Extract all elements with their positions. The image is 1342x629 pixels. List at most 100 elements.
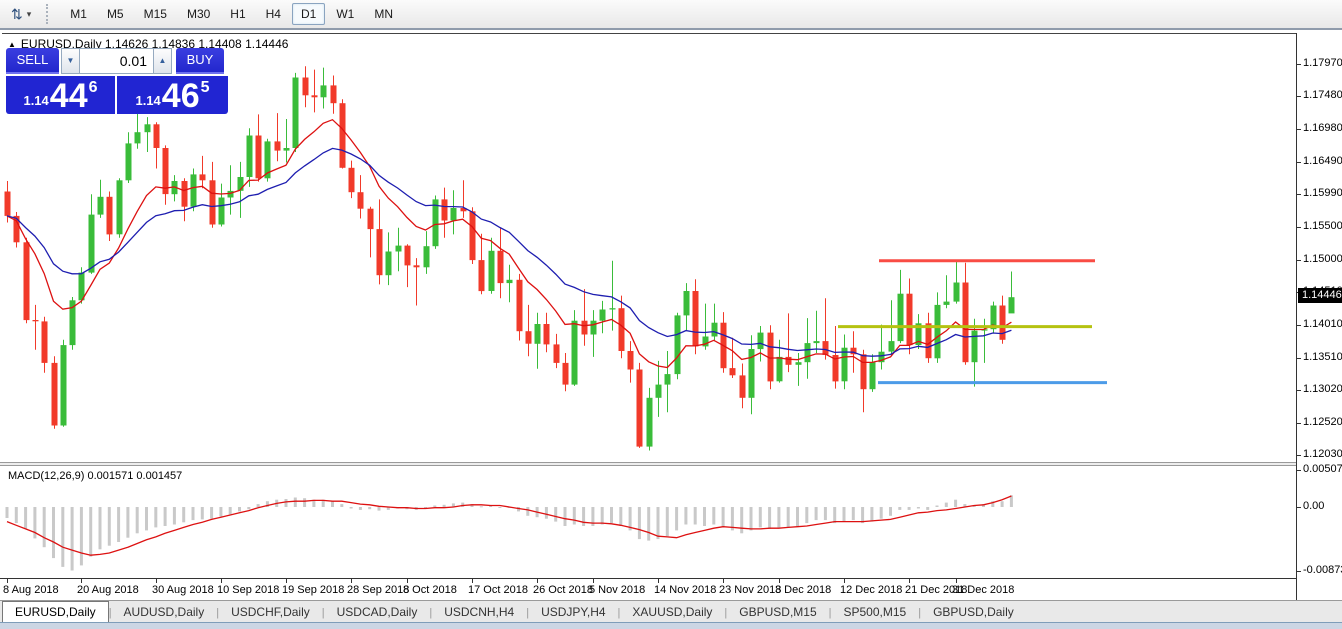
macd-indicator-label: MACD(12,26,9) 0.001571 0.001457 [8, 470, 182, 482]
buy-button[interactable]: BUY [176, 48, 224, 74]
tab-audusd-daily[interactable]: AUDUSD,Daily [112, 602, 217, 622]
time-axis-label: 5 Nov 2018 [589, 584, 645, 596]
price-axis-tick [1297, 194, 1301, 195]
timeframe-button-mn[interactable]: MN [365, 3, 402, 25]
time-axis-label: 28 Sep 2018 [347, 584, 409, 596]
time-axis-label: 19 Sep 2018 [282, 584, 344, 596]
tab-usdcnh-h4[interactable]: USDCNH,H4 [432, 602, 526, 622]
toolbar-grip[interactable] [46, 4, 52, 24]
macd-axis-label: 0.005074 [1303, 463, 1342, 475]
timeframe-button-m30[interactable]: M30 [178, 3, 219, 25]
time-axis-tick [7, 579, 8, 583]
price-axis-label: 1.15500 [1303, 220, 1342, 232]
price-axis-tick [1297, 162, 1301, 163]
price-axis-label: 1.16490 [1303, 155, 1342, 167]
symbols-arrows-icon: ⇅ [11, 7, 23, 21]
price-axis-label: 1.17480 [1303, 89, 1342, 101]
price-axis-label: 1.12030 [1303, 448, 1342, 460]
tab-usdjpy-h4[interactable]: USDJPY,H4 [529, 602, 617, 622]
macd-axis-tick [1297, 470, 1301, 471]
tab-usdcad-daily[interactable]: USDCAD,Daily [325, 602, 430, 622]
price-axis-tick [1297, 129, 1301, 130]
chevron-down-icon: ▾ [27, 9, 32, 20]
sell-price-prefix: 1.14 [23, 93, 48, 108]
timeframe-button-h4[interactable]: H4 [257, 3, 290, 25]
timeframe-button-m1[interactable]: M1 [61, 3, 96, 25]
right-axis-column[interactable]: 1.17970 1.17480 1.16980 1.16490 1.15990 1.155… [1296, 33, 1342, 600]
price-axis-label: 1.13510 [1303, 351, 1342, 363]
time-axis-label: 17 Oct 2018 [468, 584, 528, 596]
time-axis-tick [723, 579, 724, 583]
sell-button[interactable]: SELL [6, 48, 59, 74]
time-axis-tick [779, 579, 780, 583]
sell-price-display[interactable]: 1.14446 [6, 76, 115, 114]
timeframe-button-w1[interactable]: W1 [327, 3, 363, 25]
timeframe-button-h1[interactable]: H1 [221, 3, 254, 25]
price-axis-label: 1.12520 [1303, 416, 1342, 428]
price-axis-tick [1297, 390, 1301, 391]
timeframe-button-m5[interactable]: M5 [98, 3, 133, 25]
macd-axis-tick [1297, 571, 1301, 572]
tab-sp500-m15[interactable]: SP500,M15 [832, 602, 919, 622]
tab-usdchf-daily[interactable]: USDCHF,Daily [219, 602, 322, 622]
price-axis-tick [1297, 358, 1301, 359]
tab-xauusd-daily[interactable]: XAUUSD,Daily [620, 602, 724, 622]
chart-window[interactable]: ▲ EURUSD,Daily 1.14626 1.14836 1.14408 1… [0, 30, 1342, 600]
macd-axis[interactable]: 0.0050740.00-0.00873 [1297, 466, 1342, 578]
volume-input[interactable]: 0.01 [80, 48, 153, 74]
tab-eurusd-daily[interactable]: EURUSD,Daily [2, 601, 109, 622]
timeframe-button-d1[interactable]: D1 [292, 3, 325, 25]
time-axis-tick [156, 579, 157, 583]
volume-decrease-button[interactable]: ▼ [61, 48, 80, 74]
timeframe-toolbar: ⇅ ▾ M1M5M15M30H1H4D1W1MN [0, 0, 1342, 30]
tab-gbpusd-daily[interactable]: GBPUSD,Daily [921, 602, 1026, 622]
tab-gbpusd-m15[interactable]: GBPUSD,M15 [727, 602, 828, 622]
time-axis-label: 3 Dec 2018 [775, 584, 831, 596]
price-axis-tick [1297, 227, 1301, 228]
sell-price-pip: 6 [89, 79, 98, 97]
time-axis-tick [844, 579, 845, 583]
time-axis-label: 31 Dec 2018 [952, 584, 1014, 596]
time-axis-tick [593, 579, 594, 583]
time-axis-tick [956, 579, 957, 583]
time-axis-tick [351, 579, 352, 583]
price-axis-tick [1297, 423, 1301, 424]
time-axis-label: 30 Aug 2018 [152, 584, 214, 596]
buy-price-big: 46 [162, 81, 200, 111]
timeframe-buttons: M1M5M15M30H1H4D1W1MN [60, 3, 403, 25]
price-axis-tick [1297, 455, 1301, 456]
status-strip [0, 622, 1342, 629]
time-axis-label: 26 Oct 2018 [533, 584, 593, 596]
price-axis-tick [1297, 260, 1301, 261]
macd-pane[interactable] [2, 466, 1296, 578]
price-axis-label: 1.17970 [1303, 57, 1342, 69]
chart-tabs: EURUSD,Daily|AUDUSD,Daily|USDCHF,Daily|U… [0, 600, 1342, 622]
macd-axis-tick [1297, 507, 1301, 508]
sell-price-big: 44 [50, 81, 88, 111]
price-axis-tick [1297, 64, 1301, 65]
price-axis-label: 1.16980 [1303, 122, 1342, 134]
time-axis-tick [472, 579, 473, 583]
time-axis-tick [81, 579, 82, 583]
buy-price-pip: 5 [201, 79, 210, 97]
price-axis-tick [1297, 96, 1301, 97]
volume-stepper: ▼ 0.01 ▲ [61, 48, 172, 74]
time-axis-label: 23 Nov 2018 [719, 584, 781, 596]
chart-mode-button[interactable]: ⇅ ▾ [6, 4, 36, 24]
time-axis-label: 12 Dec 2018 [840, 584, 902, 596]
time-axis-tick [909, 579, 910, 583]
time-axis-tick [537, 579, 538, 583]
price-axis-label: 1.15000 [1303, 253, 1342, 265]
last-price-tag: 1.14446 [1298, 288, 1342, 303]
time-axis-label: 10 Sep 2018 [217, 584, 279, 596]
buy-price-display[interactable]: 1.14465 [117, 76, 228, 114]
price-axis[interactable]: 1.17970 1.17480 1.16980 1.16490 1.15990 1.155… [1297, 33, 1342, 462]
one-click-trading-panel: SELL ▼ 0.01 ▲ BUY 1.14446 1.14465 [6, 48, 228, 114]
price-axis-label: 1.13020 [1303, 383, 1342, 395]
price-axis-label: 1.14010 [1303, 318, 1342, 330]
time-axis[interactable]: 8 Aug 201820 Aug 201830 Aug 201810 Sep 2… [0, 578, 1296, 600]
price-axis-label: 1.15990 [1303, 187, 1342, 199]
timeframe-button-m15[interactable]: M15 [135, 3, 176, 25]
macd-axis-label: 0.00 [1303, 500, 1324, 512]
volume-increase-button[interactable]: ▲ [153, 48, 172, 74]
